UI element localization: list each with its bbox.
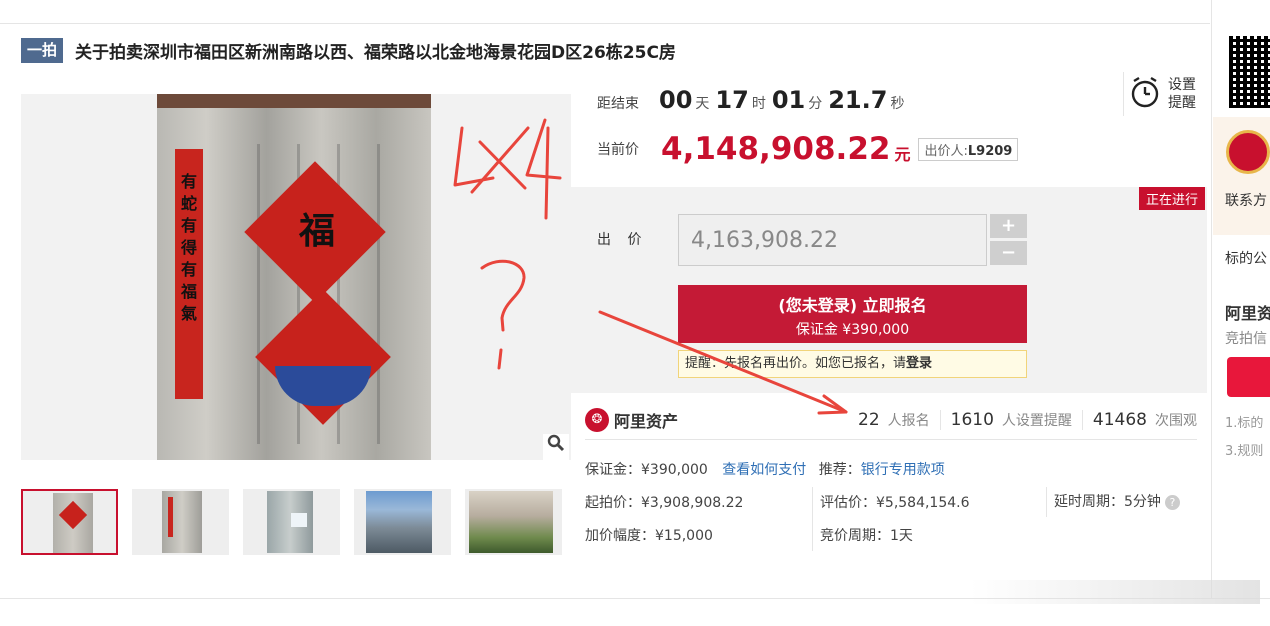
reminder-count: 1610 人设置提醒 [939, 409, 1082, 430]
ali-heading: 阿里资 [1225, 304, 1270, 323]
delay-period-text: 延时周期：5分钟 [1054, 494, 1161, 510]
view-count: 41468 次围观 [1081, 409, 1197, 430]
signup-count: 22 人报名 [848, 410, 940, 430]
current-price-row: 当前价 4,148,908.22 元 出价人:L9209 [597, 131, 1019, 167]
valuation: 评估价：¥5,584,154.6 [820, 495, 970, 511]
signup-line1: (您未登录) 立即报名 [778, 296, 927, 315]
thumbnail[interactable] [465, 489, 562, 555]
reminder-text: 设置 提醒 [1168, 76, 1196, 112]
contact-link[interactable]: 联系方 [1225, 190, 1267, 210]
countdown-hours: 17 [715, 86, 749, 114]
countdown-minutes: 01 [771, 86, 806, 114]
page-title: 关于拍卖深圳市福田区新洲南路以西、福荣路以北金地海景花园D区26栋25C房 [75, 42, 676, 63]
reminder-line1: 设置 [1168, 77, 1196, 93]
set-reminder-button[interactable]: 设置 提醒 [1123, 72, 1207, 116]
view-count-label: 次围观 [1155, 412, 1197, 429]
recommend-label: 推荐： [818, 462, 861, 478]
start-price: 起拍价：¥3,908,908.22 [585, 495, 744, 511]
top-divider [0, 23, 1210, 24]
bid-label: 出 价 [597, 232, 648, 248]
current-price-label: 当前价 [597, 142, 639, 158]
decrease-bid-button[interactable]: − [990, 241, 1027, 265]
door-frame [157, 94, 431, 108]
status-badge: 正在进行 [1138, 187, 1205, 210]
current-price-value: 4,148,908.22 [661, 131, 891, 167]
countdown-hours-unit: 时 [751, 96, 766, 112]
countdown-days: 00 [659, 86, 693, 114]
bank-payment-link[interactable]: 银行专用款项 [861, 462, 945, 478]
thumbnail[interactable] [21, 489, 118, 555]
deposit-value: 保证金：¥390,000 [585, 462, 708, 478]
deposit-info: 保证金：¥390,000 查看如何支付 推荐：银行专用款项 [585, 459, 945, 479]
thumb-couplet [168, 497, 173, 537]
door-bar [377, 144, 380, 444]
current-price-unit: 元 [894, 145, 911, 164]
court-emblem-icon [1226, 130, 1270, 174]
countdown-seconds-unit: 秒 [890, 96, 905, 112]
reminder-count-label: 人设置提醒 [1001, 412, 1072, 429]
fu-character: 福 [299, 211, 336, 252]
bidder-id: L9209 [967, 143, 1013, 159]
reminder-count-value: 1610 [950, 409, 994, 430]
sidebar-link-3[interactable]: 3.规则 [1225, 440, 1263, 459]
increase-bid-button[interactable]: + [990, 214, 1027, 238]
login-link[interactable]: 登录 [906, 356, 932, 371]
tip-text: 提醒：先报名再出价。如您已报名，请 [685, 356, 907, 371]
column-divider [1046, 487, 1047, 517]
zoom-icon[interactable] [543, 434, 569, 460]
scrollbar-track[interactable] [970, 580, 1260, 604]
countdown-seconds: 21.7 [828, 86, 888, 114]
column-divider [812, 487, 813, 551]
delay-period: 延时周期：5分钟? [1054, 491, 1180, 511]
auction-round-badge: 一拍 [21, 37, 64, 63]
qr-code[interactable] [1229, 36, 1270, 108]
main-image[interactable]: 有蛇有得有福氣 福 [21, 94, 571, 460]
bidder-badge: 出价人:L9209 [918, 137, 1019, 161]
right-sidebar: 联系方 标的公 阿里资 竞拍信 1.标的 3.规则 [1211, 0, 1270, 598]
title-row: 一拍 关于拍卖深圳市福田区新洲南路以西、福荣路以北金地海景花园D区26栋25C房 [21, 37, 676, 63]
thumbnail[interactable] [243, 489, 340, 555]
countdown-days-unit: 天 [695, 96, 710, 112]
bid-increment: 加价幅度：¥15,000 [585, 528, 713, 544]
property-photo: 有蛇有得有福氣 福 [157, 94, 431, 460]
help-icon[interactable]: ? [1164, 495, 1180, 510]
thumb-sign [291, 513, 307, 527]
platform-name: 阿里资产 [614, 411, 679, 431]
bidder-label: 出价人: [924, 143, 968, 159]
thumbnail-strip [21, 489, 576, 557]
how-to-pay-link[interactable]: 查看如何支付 [722, 462, 806, 478]
signup-button[interactable]: (您未登录) 立即报名 保证金 ¥390,000 [678, 285, 1027, 343]
thumbnail[interactable] [132, 489, 229, 555]
couplet-text: 有蛇有得有福氣 [175, 149, 203, 399]
sidebar-action-button[interactable] [1227, 357, 1270, 397]
bid-period: 竞价周期：1天 [820, 528, 913, 544]
reminder-line2: 提醒 [1168, 95, 1196, 111]
countdown-label: 距结束 [597, 96, 639, 112]
poster-waves [275, 366, 371, 406]
door-bar [257, 144, 260, 444]
sidebar-link-1[interactable]: 1.标的 [1225, 412, 1263, 431]
stats-bar: ❂ 阿里资产 22 人报名 1610 人设置提醒 41468 次围观 [585, 400, 1197, 440]
signup-count-value: 22 [858, 409, 880, 430]
signup-count-label: 人报名 [887, 412, 930, 429]
alarm-clock-icon [1130, 76, 1160, 112]
bid-panel: 正在进行 出 价 + − (您未登录) 立即报名 保证金 ¥390,000 提醒… [571, 187, 1207, 393]
signup-line2: 保证金 ¥390,000 [795, 322, 910, 338]
alibaba-asset-icon: ❂ [585, 407, 609, 432]
ali-subheading: 竞拍信 [1225, 331, 1267, 347]
login-tip: 提醒：先报名再出价。如您已报名，请登录 [678, 350, 1027, 378]
thumbnail[interactable] [354, 489, 451, 555]
announcement-link[interactable]: 标的公 [1225, 248, 1267, 268]
bid-amount-input[interactable] [678, 214, 987, 266]
countdown: 距结束 00 天 17 时 01 分 21.7 秒 [597, 86, 904, 114]
countdown-minutes-unit: 分 [808, 96, 823, 112]
view-count-value: 41468 [1092, 409, 1147, 430]
